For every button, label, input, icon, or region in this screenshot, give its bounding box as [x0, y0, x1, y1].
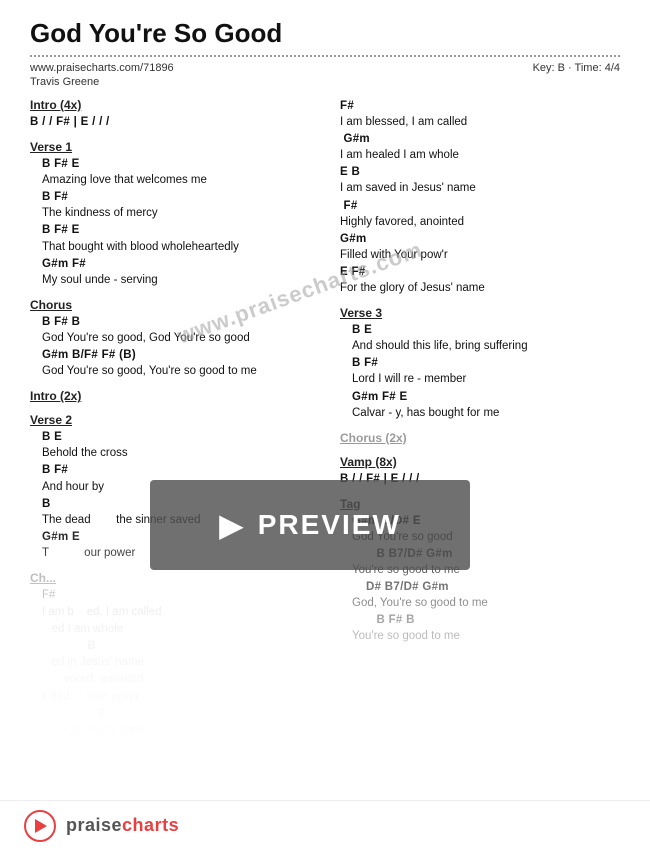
chorus-ref-text6: Filled Your pow'r: [30, 689, 320, 705]
tag-lyric-3: God, You're so good to me: [340, 595, 620, 611]
verse1-label: Verse 1: [30, 140, 320, 154]
verse2-lyric-1: Behold the cross: [30, 445, 320, 461]
left-column: Intro (4x) B / / F# | E / / / Verse 1 B …: [30, 98, 320, 748]
tag-lyric-4: You're so good to me: [340, 628, 620, 644]
chorus-ref-text4: ed in Jesus' name: [30, 654, 320, 670]
rchord-6: E F#: [340, 264, 620, 280]
v3chord-1: B E: [340, 322, 620, 338]
preview-play-icon: ▶: [219, 506, 244, 544]
song-author: Travis Greene: [30, 76, 99, 88]
preview-label: PREVIEW: [258, 509, 401, 541]
rchord-2: G#m: [340, 131, 620, 147]
chorus-ref-text2: I am b ed, I am called: [30, 604, 320, 620]
verse1-lyric-4: My soul unde - serving: [30, 272, 320, 288]
song-title: God You're So Good: [30, 18, 620, 49]
chorus-ref-text1: F#: [30, 587, 320, 603]
rchord-4: F#: [340, 198, 620, 214]
intro-section: Intro (4x) B / / F# | E / / /: [30, 98, 320, 130]
v3chord-2: B F#: [340, 355, 620, 371]
preview-box[interactable]: ▶ PREVIEW: [150, 480, 470, 570]
v3lyric-1: And should this life, bring suffering: [340, 338, 620, 354]
rchord-3: E B: [340, 164, 620, 180]
verse1-chord-2: B F#: [30, 189, 320, 205]
chorus-lyric-2: God You're so good, You're so good to me: [30, 363, 320, 379]
v3chord-3: G#m F# E: [340, 389, 620, 405]
author-row: Travis Greene: [30, 76, 620, 88]
chorus-label: Chorus: [30, 298, 320, 312]
verse1-chord-3: B F# E: [30, 222, 320, 238]
verse1-lyric-1: Amazing love that welcomes me: [30, 172, 320, 188]
chorus-section: Chorus B F# B God You're so good, God Yo…: [30, 298, 320, 379]
verse1-chord-1: B F# E: [30, 156, 320, 172]
title-divider: [30, 55, 620, 57]
verse2-chord-1: B E: [30, 429, 320, 445]
chorus-cont-section: F# I am blessed, I am called G#m I am he…: [340, 98, 620, 296]
verse2-label: Verse 2: [30, 413, 320, 427]
verse1-section: Verse 1 B F# E Amazing love that welcome…: [30, 140, 320, 288]
chorus-ref-text3: ed I am whole: [30, 621, 320, 637]
verse3-label: Verse 3: [340, 306, 620, 320]
rlyric-3: I am saved in Jesus' name: [340, 180, 620, 196]
chorus-2x-section: Chorus (2x): [340, 431, 620, 445]
intro2-section: Intro (2x): [30, 389, 320, 403]
rlyric-6: For the glory of Jesus' name: [340, 280, 620, 296]
rlyric-1: I am blessed, I am called: [340, 114, 620, 130]
rchord-1: F#: [340, 98, 620, 114]
v3lyric-2: Lord I will re - member: [340, 371, 620, 387]
song-key-time: Key: B · Time: 4/4: [533, 62, 620, 74]
chorus-ref-chord2: B: [30, 706, 320, 722]
rlyric-5: Filled with Your pow'r: [340, 247, 620, 263]
intro2-label: Intro (2x): [30, 389, 320, 403]
rlyric-2: I am healed I am whole: [340, 147, 620, 163]
chorus-lyric-1: God You're so good, God You're so good: [30, 330, 320, 346]
chorus-ref-section: Ch... F# I am b ed, I am called ed I am …: [30, 571, 320, 738]
footer-brand-text: praisecharts: [66, 815, 179, 836]
tag-chord-4: B F# B: [340, 612, 620, 628]
tag-chord-3: D# B7/D# G#m: [340, 579, 620, 595]
sheet-music-page: God You're So Good www.praisecharts.com/…: [0, 0, 650, 850]
meta-row: www.praisecharts.com/71896 Key: B · Time…: [30, 62, 620, 74]
footer: praisecharts: [0, 800, 650, 850]
chorus-ref-label: Ch...: [30, 571, 320, 585]
chorus-chord-1: B F# B: [30, 314, 320, 330]
chorus-ref-text5: vored, anointed: [30, 671, 320, 687]
chorus-2x-label: Chorus (2x): [340, 431, 620, 445]
right-column: F# I am blessed, I am called G#m I am he…: [340, 98, 620, 748]
rchord-5: G#m: [340, 231, 620, 247]
verse3-section: Verse 3 B E And should this life, bring …: [340, 306, 620, 421]
intro-chords: B / / F# | E / / /: [30, 114, 320, 130]
intro-label: Intro (4x): [30, 98, 320, 112]
chorus-chord-2: G#m B/F# F# (B): [30, 347, 320, 363]
verse1-chord-4: G#m F#: [30, 256, 320, 272]
chorus-ref-chord1: B: [30, 638, 320, 654]
footer-logo: [24, 810, 56, 842]
song-url: www.praisecharts.com/71896: [30, 62, 174, 74]
verse1-lyric-3: That bought with blood wholeheartedly: [30, 239, 320, 255]
verse2-chord-2: B F#: [30, 462, 320, 478]
vamp-label: Vamp (8x): [340, 455, 620, 469]
content-columns: Intro (4x) B / / F# | E / / / Verse 1 B …: [30, 98, 620, 748]
verse1-lyric-2: The kindness of mercy: [30, 205, 320, 221]
chorus-ref-text7: F r of Jesus' name: [30, 722, 320, 738]
footer-play-triangle: [35, 819, 47, 833]
rlyric-4: Highly favored, anointed: [340, 214, 620, 230]
v3lyric-3: Calvar - y, has bought for me: [340, 405, 620, 421]
